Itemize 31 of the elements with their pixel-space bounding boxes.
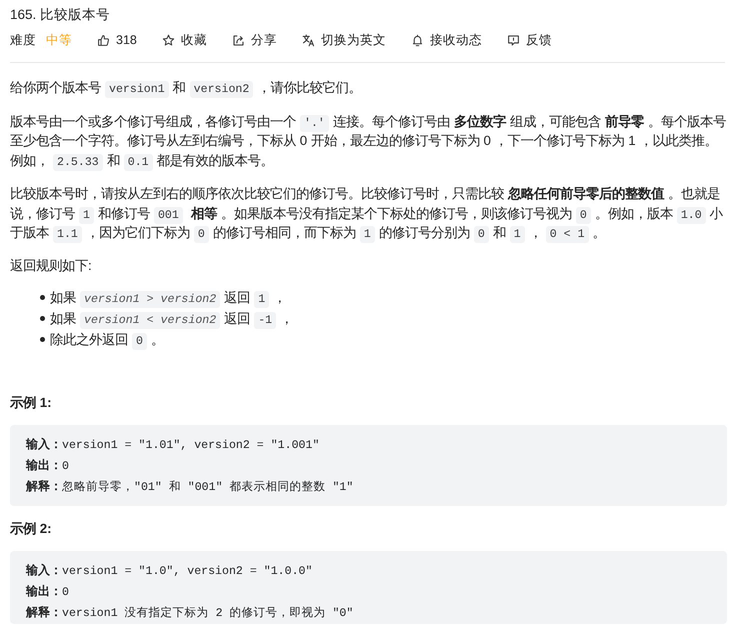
rule-text: 除此之外返回 0 。: [50, 330, 164, 350]
thumbs-up-icon: [97, 34, 110, 46]
speech-bubble-icon: [506, 34, 520, 46]
example-heading: 示例 2:: [10, 520, 53, 538]
description-paragraph: 给你两个版本号 version1 和 version2 ，请你比较它们。: [10, 79, 362, 98]
problem-title: 165. 比较版本号: [10, 6, 112, 24]
share-button[interactable]: 分享: [232, 32, 277, 48]
description-paragraph: 比较版本号时，请按从左到右的顺序依次比较它们的修订号。比较修订号时，只需比较 忽略任何前导零后的整数值 。也就是说，修订号 1 和修订号 001 相等 。如果版本号没有指定某个下标处的修订号，则该修订号视为 0 。例如，版本 1.0 小于版本 1.1 ，因为它们下标为 0 的修订号相同，而下标为 1 的修订号分别为 0 和 1 ， 0 < 1 。: [10, 185, 724, 242]
star-icon: [162, 34, 175, 46]
example-line: 输出：0: [26, 582, 70, 600]
example-line: 输入：version1 = "1.0", version2 = "1.0.0": [26, 562, 314, 580]
difficulty-value: 中等: [46, 32, 72, 48]
bullet-icon: [40, 316, 45, 320]
translate-icon: [302, 34, 315, 46]
example-line: 解释：忽略前导零，"01" 和 "001" 都表示相同的整数 "1": [26, 478, 354, 496]
bullet-icon: [40, 336, 45, 342]
rules-intro-text: 返回规则如下:: [10, 256, 93, 274]
translate-button[interactable]: 切换为英文: [302, 32, 386, 48]
example-line: 解释：version1 没有指定下标为 2 的修订号，即视为 "0": [26, 604, 354, 622]
bullet-icon: [40, 294, 45, 300]
description-paragraph: 版本号由一个或多个修订号组成，各修订号由一个 '.' 连接。每个修订号由 多位数字 组成，可能包含 前导零 。每个版本号至少包含一个字符。修订号从左到右编号，下标从 0 开始，最左边的修订号下标为 0 ，下一个修订号下标为 1 ，以此类推。例如， 2.5.33 和 0.1 都是有效的版本号。: [10, 112, 727, 170]
subscribe-button[interactable]: 接收动态: [410, 32, 482, 48]
bell-icon: [410, 34, 424, 46]
difficulty-label: 难度: [10, 32, 36, 48]
example-line: 输入：version1 = "1.01", version2 = "1.001": [26, 436, 320, 454]
feedback-button[interactable]: 反馈: [506, 32, 552, 48]
like-button[interactable]: 318: [97, 33, 137, 47]
example-line: 输出：0: [26, 456, 70, 474]
share-icon: [232, 34, 245, 46]
favorite-button[interactable]: 收藏: [162, 32, 207, 48]
example-heading: 示例 1:: [10, 394, 53, 412]
